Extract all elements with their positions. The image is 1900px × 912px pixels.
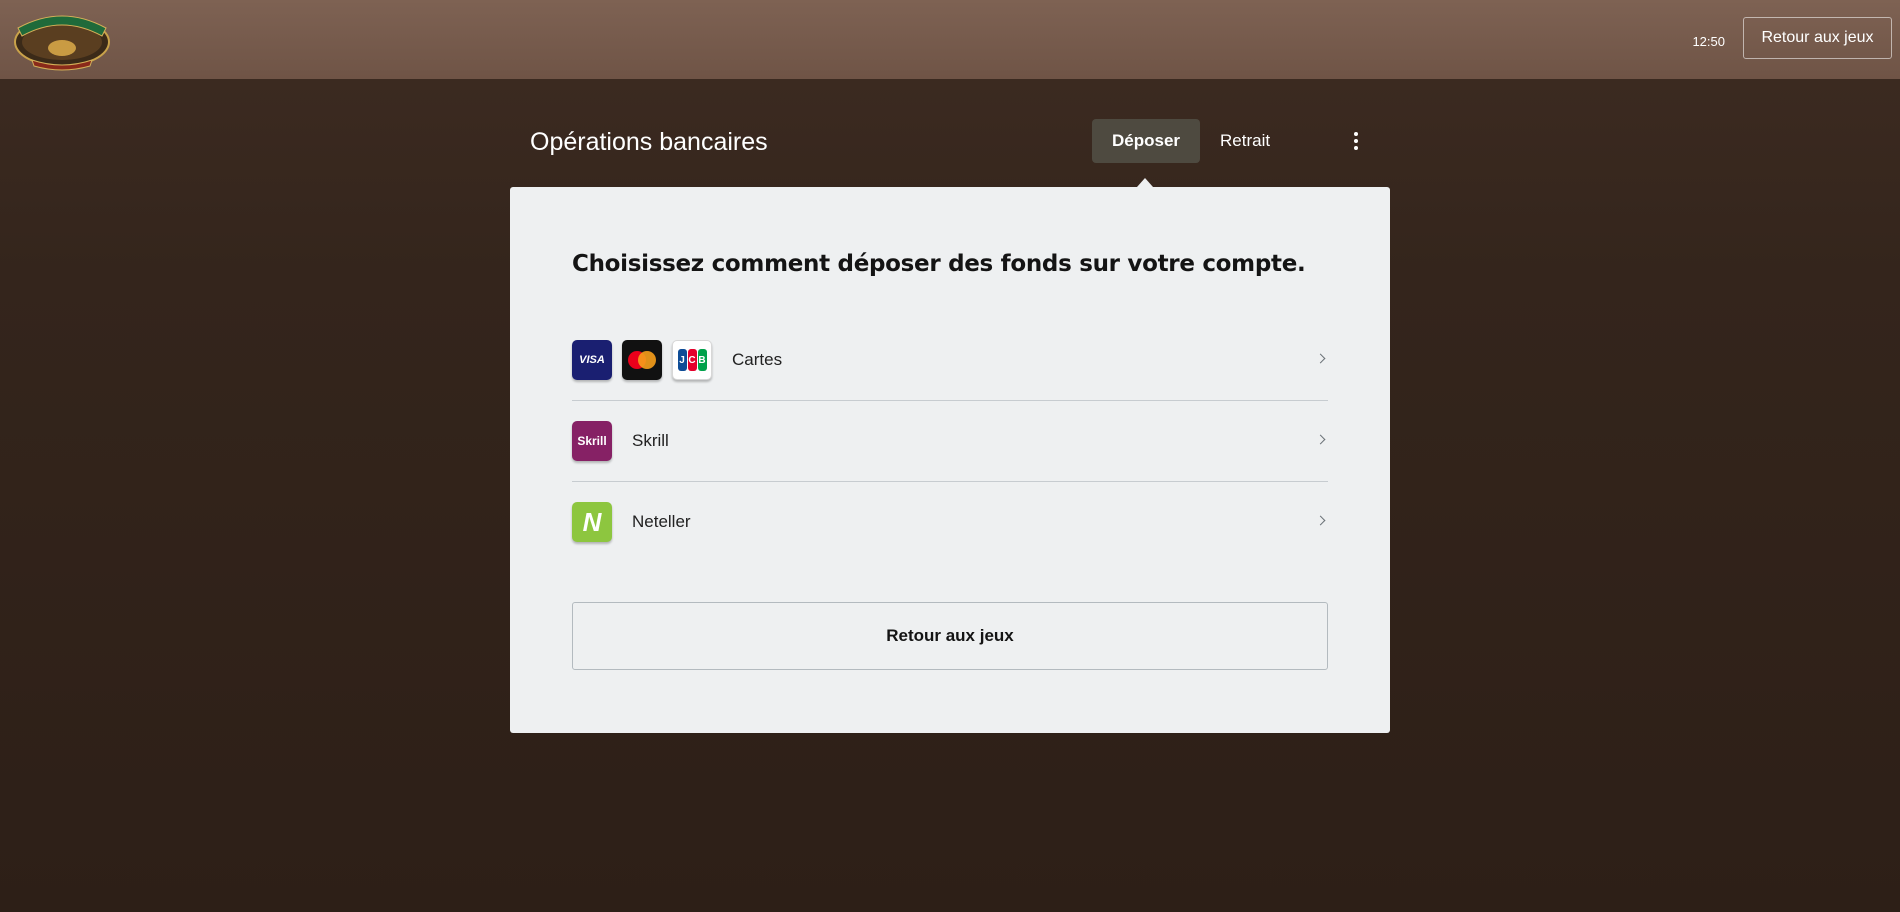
mastercard-icon — [622, 340, 662, 380]
payment-method-skrill[interactable]: Skrill Skrill — [572, 401, 1328, 482]
more-options-icon[interactable] — [1346, 128, 1366, 154]
tab-withdraw[interactable]: Retrait — [1208, 119, 1282, 163]
visa-icon: VISA — [572, 340, 612, 380]
return-to-games-button[interactable]: Retour aux jeux — [1743, 17, 1892, 59]
tab-deposit[interactable]: Déposer — [1092, 119, 1200, 163]
active-tab-pointer — [1137, 178, 1153, 187]
neteller-icon: N — [572, 502, 612, 542]
page-title: Opérations bancaires — [530, 128, 768, 156]
deposit-heading: Choisissez comment déposer des fonds sur… — [572, 251, 1306, 277]
clock-time: 12:50 — [1692, 34, 1725, 49]
skrill-icon: Skrill — [572, 421, 612, 461]
method-label-skrill: Skrill — [632, 431, 669, 450]
yukon-gold-logo[interactable] — [12, 6, 112, 72]
top-bar: 12:50 Retour aux jeux — [0, 0, 1900, 79]
deposit-panel: Choisissez comment déposer des fonds sur… — [510, 187, 1390, 733]
jcb-icon: J C B — [672, 340, 712, 380]
chevron-right-icon — [1315, 353, 1326, 364]
method-label-cards: Cartes — [732, 350, 783, 369]
panel-return-to-games-button[interactable]: Retour aux jeux — [572, 602, 1328, 670]
payment-method-neteller[interactable]: N Neteller — [572, 482, 1328, 562]
method-label-neteller: Neteller — [632, 512, 691, 531]
payment-method-cards[interactable]: VISA J C B Cartes — [572, 320, 1328, 401]
payment-methods-list: VISA J C B Cartes Skrill Skrill N Netell… — [572, 320, 1328, 562]
chevron-right-icon — [1315, 515, 1326, 526]
chevron-right-icon — [1315, 434, 1326, 445]
